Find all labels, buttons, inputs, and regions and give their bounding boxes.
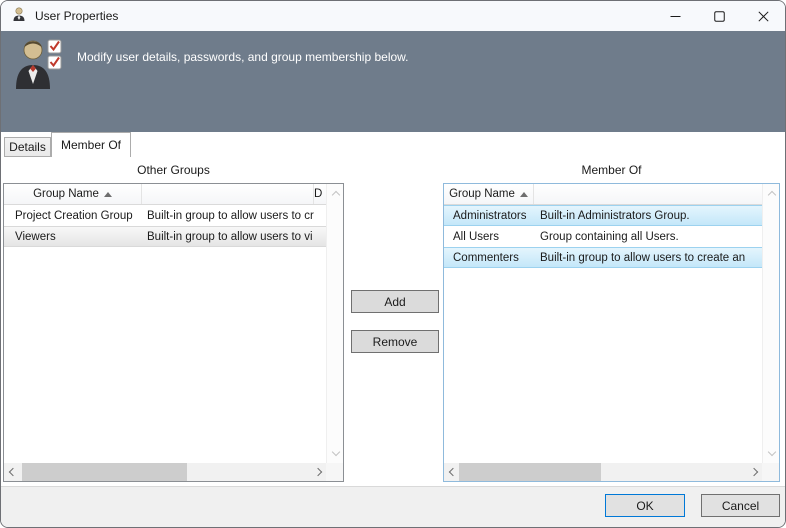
group-description-cell: Built-in Administrators Group. [534,210,762,222]
column-header-blank[interactable] [534,184,762,204]
chevron-right-icon [749,468,757,476]
member-of-title: Member Of [443,163,780,179]
title-bar: User Properties [1,1,785,31]
tab-strip: Details Member Of [1,132,785,157]
group-name-cell: Viewers [4,231,142,243]
table-row[interactable]: All Users Group containing all Users. [444,226,762,247]
other-groups-header-row: Group Name D [4,184,326,205]
group-name-cell: Project Creation Group [4,210,142,222]
close-button[interactable] [741,1,785,31]
scrollbar-corner [326,463,343,481]
tab-details[interactable]: Details [4,137,51,157]
remove-button[interactable]: Remove [351,330,439,353]
scroll-left-button[interactable] [4,463,21,481]
maximize-button[interactable] [697,1,741,31]
minimize-icon [670,11,681,22]
table-row[interactable]: Viewers Built-in group to allow users to… [4,226,326,247]
maximize-icon [714,11,725,22]
scroll-down-button[interactable] [327,443,344,461]
group-name-cell: All Users [444,231,534,243]
table-row[interactable]: Project Creation Group Built-in group to… [4,205,326,226]
chevron-up-icon [331,191,339,199]
horizontal-scrollbar[interactable] [4,463,326,481]
sort-ascending-icon [520,192,528,197]
column-header-description-clipped[interactable]: D [314,184,326,204]
banner-message: Modify user details, passwords, and grou… [77,50,409,64]
dialog-footer: OK Cancel [1,486,785,527]
column-header-group-name[interactable]: Group Name [444,184,534,204]
member-of-header-row: Group Name [444,184,762,205]
group-description-cell: Built-in group to allow users to create … [534,252,762,264]
scroll-right-button[interactable] [745,463,762,481]
group-description-cell: Group containing all Users. [534,231,762,243]
table-row[interactable]: Commenters Built-in group to allow users… [444,247,762,268]
other-groups-list: Group Name D Project Creation Group Buil… [3,183,344,482]
app-user-icon [11,6,27,27]
tab-page-member-of: Other Groups Member Of Group Name D Proj… [1,157,785,486]
other-groups-title: Other Groups [3,163,344,179]
column-header-group-name[interactable]: Group Name [4,184,142,204]
column-header-blank[interactable] [142,184,314,204]
scroll-up-button[interactable] [327,186,344,204]
user-properties-dialog: User Properties [0,0,786,528]
group-name-cell: Commenters [444,252,534,264]
chevron-down-icon [767,448,775,456]
horizontal-scrollbar[interactable] [444,463,762,481]
user-checklist-icon [11,39,71,96]
scroll-down-button[interactable] [763,443,780,461]
other-groups-rows: Project Creation Group Built-in group to… [4,205,326,247]
chevron-down-icon [331,448,339,456]
group-description-cell: Built-in group to allow users to vi [142,231,326,243]
header-banner: Modify user details, passwords, and grou… [1,31,785,132]
chevron-up-icon [767,191,775,199]
column-header-label: Group Name [33,188,99,200]
vertical-scrollbar[interactable] [762,184,779,463]
group-description-cell: Built-in group to allow users to cr [142,210,326,222]
chevron-right-icon [313,468,321,476]
column-header-label: Group Name [449,188,515,200]
scrollbar-thumb[interactable] [459,463,601,481]
group-name-cell: Administrators [444,210,534,222]
vertical-scrollbar[interactable] [326,184,343,463]
scrollbar-thumb[interactable] [22,463,187,481]
ok-button[interactable]: OK [605,494,685,517]
member-of-rows: Administrators Built-in Administrators G… [444,205,762,268]
add-button[interactable]: Add [351,290,439,313]
member-of-list: Group Name Administrators Built-in Admin… [443,183,780,482]
scroll-right-button[interactable] [309,463,326,481]
close-icon [758,11,769,22]
scrollbar-corner [762,463,779,481]
sort-ascending-icon [104,192,112,197]
scroll-up-button[interactable] [763,186,780,204]
cancel-button[interactable]: Cancel [701,494,780,517]
tab-member-of[interactable]: Member Of [51,132,131,157]
chevron-left-icon [8,468,16,476]
chevron-left-icon [448,468,456,476]
minimize-button[interactable] [653,1,697,31]
table-row[interactable]: Administrators Built-in Administrators G… [444,205,762,226]
window-title: User Properties [35,9,118,23]
